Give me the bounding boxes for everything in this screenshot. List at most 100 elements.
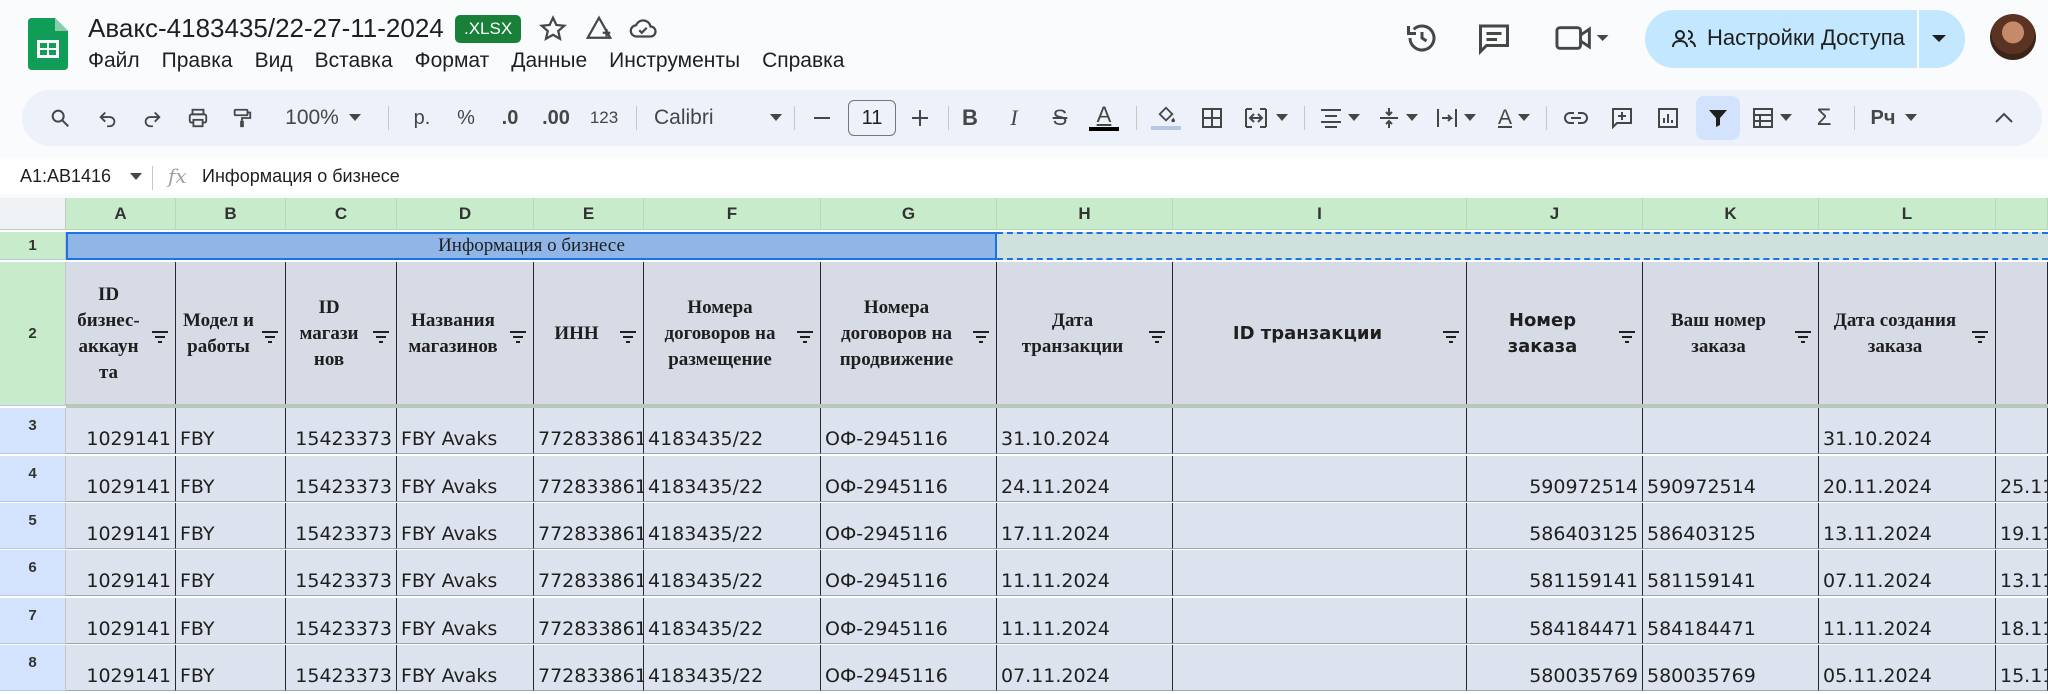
- row-header-3[interactable]: 3: [0, 408, 66, 454]
- meet-icon[interactable]: [1554, 20, 1610, 56]
- cell-d8[interactable]: FBY Avaks: [397, 645, 534, 691]
- cell-i7[interactable]: [1173, 598, 1467, 644]
- input-tools-button[interactable]: Рч: [1864, 90, 1924, 146]
- header-cell-g[interactable]: Номера договоров на продвижение: [821, 262, 997, 406]
- column-header-e[interactable]: E: [534, 198, 644, 230]
- cell-j4[interactable]: 590972514: [1467, 456, 1643, 502]
- cell-l6[interactable]: 07.11.2024: [1819, 550, 1996, 596]
- cell-a6[interactable]: 1029141: [66, 550, 176, 596]
- menu-edit[interactable]: Правка: [151, 47, 244, 75]
- cell-m7[interactable]: 18.11: [1996, 598, 2048, 644]
- functions-icon[interactable]: Σ: [1804, 90, 1844, 146]
- cell-l5[interactable]: 13.11.2024: [1819, 503, 1996, 549]
- font-select[interactable]: Calibri: [650, 90, 786, 146]
- vertical-align-icon[interactable]: [1370, 90, 1426, 146]
- cell-j7[interactable]: 584184471: [1467, 598, 1643, 644]
- cloud-saved-icon[interactable]: [628, 14, 658, 44]
- cell-f7[interactable]: 4183435/22: [644, 598, 821, 644]
- column-header-a[interactable]: A: [66, 198, 176, 230]
- star-icon[interactable]: [538, 14, 568, 44]
- row-header-6[interactable]: 6: [0, 550, 66, 596]
- cell-b5[interactable]: FBY: [176, 503, 286, 549]
- column-header-k[interactable]: K: [1643, 198, 1819, 230]
- cell-e5[interactable]: 7728338616: [534, 503, 644, 549]
- cell-h6[interactable]: 11.11.2024: [997, 550, 1173, 596]
- menu-file[interactable]: Файл: [88, 47, 151, 75]
- filter-dropdown-icon[interactable]: [1148, 330, 1166, 344]
- filter-dropdown-icon[interactable]: [372, 330, 390, 344]
- column-header-j[interactable]: J: [1467, 198, 1643, 230]
- paint-format-icon[interactable]: [224, 90, 260, 146]
- filter-dropdown-icon[interactable]: [1442, 330, 1460, 344]
- cell-k7[interactable]: 584184471: [1643, 598, 1819, 644]
- cell-g3[interactable]: ОФ-2945116: [821, 408, 997, 454]
- cell-e4[interactable]: 7728338616: [534, 456, 644, 502]
- decrease-font-size-icon[interactable]: [804, 90, 840, 146]
- filter-dropdown-icon[interactable]: [972, 330, 990, 344]
- row-header-4[interactable]: 4: [0, 456, 66, 502]
- cell-b8[interactable]: FBY: [176, 645, 286, 691]
- chevron-down-icon[interactable]: [1931, 34, 1947, 44]
- cell-c6[interactable]: 15423373: [286, 550, 397, 596]
- collapse-toolbar-icon[interactable]: [1984, 90, 2024, 146]
- row-header-5[interactable]: 5: [0, 503, 66, 549]
- horizontal-align-icon[interactable]: [1312, 90, 1368, 146]
- cell-g5[interactable]: ОФ-2945116: [821, 503, 997, 549]
- search-menus-icon[interactable]: [40, 90, 80, 146]
- insert-comment-icon[interactable]: [1602, 90, 1642, 146]
- cell-d6[interactable]: FBY Avaks: [397, 550, 534, 596]
- cell-h7[interactable]: 11.11.2024: [997, 598, 1173, 644]
- cell-m8[interactable]: 15.11: [1996, 645, 2048, 691]
- cell-i5[interactable]: [1173, 503, 1467, 549]
- cell-i3[interactable]: [1173, 408, 1467, 454]
- column-header-g[interactable]: G: [821, 198, 997, 230]
- column-header-d[interactable]: D: [397, 198, 534, 230]
- cell-i8[interactable]: [1173, 645, 1467, 691]
- row-header-7[interactable]: 7: [0, 598, 66, 644]
- column-header-i[interactable]: I: [1173, 198, 1467, 230]
- cell-l7[interactable]: 11.11.2024: [1819, 598, 1996, 644]
- insert-link-icon[interactable]: [1556, 90, 1596, 146]
- filter-dropdown-icon[interactable]: [261, 330, 279, 344]
- redo-icon[interactable]: [134, 90, 170, 146]
- filter-views-icon[interactable]: [1744, 90, 1800, 146]
- cell-a4[interactable]: 1029141: [66, 456, 176, 502]
- cell-f8[interactable]: 4183435/22: [644, 645, 821, 691]
- filter-dropdown-icon[interactable]: [1971, 330, 1989, 344]
- merge-cells-icon[interactable]: [1236, 90, 1296, 146]
- cell-b4[interactable]: FBY: [176, 456, 286, 502]
- cell-g7[interactable]: ОФ-2945116: [821, 598, 997, 644]
- percent-format-button[interactable]: %: [446, 90, 486, 146]
- cell-j3[interactable]: [1467, 408, 1643, 454]
- cell-f5[interactable]: 4183435/22: [644, 503, 821, 549]
- currency-format-button[interactable]: р.: [402, 90, 442, 146]
- font-size-input[interactable]: 11: [848, 100, 896, 136]
- increase-decimal-button[interactable]: .00: [534, 90, 578, 146]
- header-cell-k[interactable]: Ваш номер заказа: [1643, 262, 1819, 406]
- cell-h8[interactable]: 07.11.2024: [997, 645, 1173, 691]
- header-cell-l[interactable]: Дата создания заказа: [1819, 262, 1996, 406]
- cell-m5[interactable]: 19.11: [1996, 503, 2048, 549]
- bold-icon[interactable]: B: [950, 90, 990, 146]
- cell-c3[interactable]: 15423373: [286, 408, 397, 454]
- cell-c4[interactable]: 15423373: [286, 456, 397, 502]
- cell-f6[interactable]: 4183435/22: [644, 550, 821, 596]
- cell-i6[interactable]: [1173, 550, 1467, 596]
- cell-c7[interactable]: 15423373: [286, 598, 397, 644]
- header-cell-b[interactable]: Модел и работы: [176, 262, 286, 406]
- undo-icon[interactable]: [90, 90, 126, 146]
- decrease-decimal-button[interactable]: .0: [490, 90, 530, 146]
- row-header-8[interactable]: 8: [0, 645, 66, 691]
- column-header-m[interactable]: [1996, 198, 2048, 230]
- cell-i4[interactable]: [1173, 456, 1467, 502]
- menu-view[interactable]: Вид: [244, 47, 304, 75]
- cell-e7[interactable]: 7728338616: [534, 598, 644, 644]
- formula-input[interactable]: Информация о бизнесе: [202, 166, 400, 187]
- filter-dropdown-icon[interactable]: [1618, 330, 1636, 344]
- select-all-corner[interactable]: [0, 198, 66, 230]
- cell-k6[interactable]: 581159141: [1643, 550, 1819, 596]
- cell-g4[interactable]: ОФ-2945116: [821, 456, 997, 502]
- sheets-logo-icon[interactable]: [28, 18, 68, 70]
- insert-chart-icon[interactable]: [1648, 90, 1688, 146]
- cell-c8[interactable]: 15423373: [286, 645, 397, 691]
